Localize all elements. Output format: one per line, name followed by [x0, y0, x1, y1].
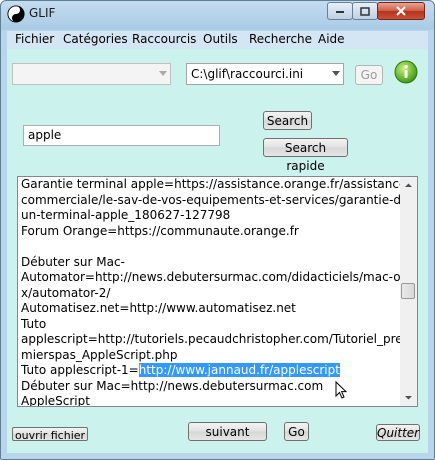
scroll-thumb[interactable] [401, 283, 415, 299]
search-button[interactable]: Search [263, 111, 312, 130]
quit-button[interactable]: Quitter [376, 424, 420, 441]
go-bottom-button[interactable]: Go [284, 422, 309, 441]
result-line: Tuto [21, 316, 47, 331]
results-textarea[interactable]: Garantie terminal apple=https://assistan… [17, 176, 418, 407]
scroll-down-icon[interactable] [400, 389, 417, 406]
menu-recherche[interactable]: Recherche [249, 32, 312, 46]
maximize-icon [360, 6, 370, 16]
close-button[interactable] [377, 2, 425, 20]
ini-file-value: C:\glif\raccourci.ini [191, 67, 304, 81]
menu-bar: Fichier Catégories Raccourcis Outils Rec… [7, 31, 428, 49]
result-line: Automatisez.net=http://www.automatisez.n… [21, 301, 296, 315]
menu-fichier[interactable]: Fichier [15, 32, 54, 46]
minimize-button[interactable] [327, 2, 353, 20]
result-line: x/automator-2/ [21, 285, 111, 300]
result-line: Garantie terminal apple=https://assistan… [21, 177, 411, 191]
result-line: commerciale/le-sav-de-vos-equipements-et… [21, 192, 406, 207]
result-line: applescript=http://tutoriels.pecaudchris… [21, 332, 403, 346]
scroll-up-icon[interactable] [400, 177, 417, 194]
search-input[interactable]: apple [23, 125, 220, 146]
next-button[interactable]: suivant [188, 422, 267, 441]
result-line: Débuter sur Mac- [21, 254, 125, 269]
result-line: mierspas_AppleScript.php [21, 347, 178, 362]
results-text[interactable]: Garantie terminal apple=https://assistan… [21, 177, 412, 406]
window-title: GLIF [29, 6, 56, 20]
result-line-prefix: Tuto applescript-1= [21, 363, 139, 377]
menu-categories[interactable]: Catégories [63, 32, 128, 46]
category-dropdown[interactable] [12, 63, 171, 85]
minimize-icon [336, 11, 344, 13]
menu-raccourcis[interactable]: Raccourcis [132, 32, 196, 46]
vertical-scrollbar[interactable] [400, 177, 417, 406]
quick-search-button[interactable]: Search rapide [263, 138, 348, 173]
selected-url-text: http://www.jannaud.fr/applescript [138, 363, 340, 377]
main-panel: C:\glif\raccourci.ini Go apple Search Se… [7, 49, 428, 453]
maximize-button[interactable] [352, 2, 378, 20]
yin-yang-icon [7, 5, 25, 23]
app-window: GLIF Fichier Catégories Raccourcis Outil… [0, 0, 435, 460]
ini-file-dropdown[interactable]: C:\glif\raccourci.ini [186, 63, 344, 85]
title-bar[interactable]: GLIF [1, 1, 434, 31]
result-line: Forum Orange=https://communaute.orange.f… [21, 223, 299, 238]
result-line: Automator=http://news.debutersurmac.com/… [21, 270, 412, 284]
mouse-cursor-icon [335, 381, 348, 399]
close-icon [396, 6, 406, 16]
info-icon[interactable] [394, 60, 418, 84]
chevron-down-icon [332, 71, 340, 76]
result-line: un-terminal-apple_180627-127798 [21, 208, 231, 222]
open-file-button[interactable]: ouvrir fichier [12, 427, 88, 442]
chevron-down-icon [159, 71, 167, 76]
result-line-selected: Tuto applescript-1=http://www.jannaud.fr… [21, 363, 396, 379]
menu-aide[interactable]: Aide [318, 32, 345, 46]
result-line [21, 239, 396, 255]
go-top-button[interactable]: Go [355, 65, 383, 85]
menu-outils[interactable]: Outils [203, 32, 238, 46]
